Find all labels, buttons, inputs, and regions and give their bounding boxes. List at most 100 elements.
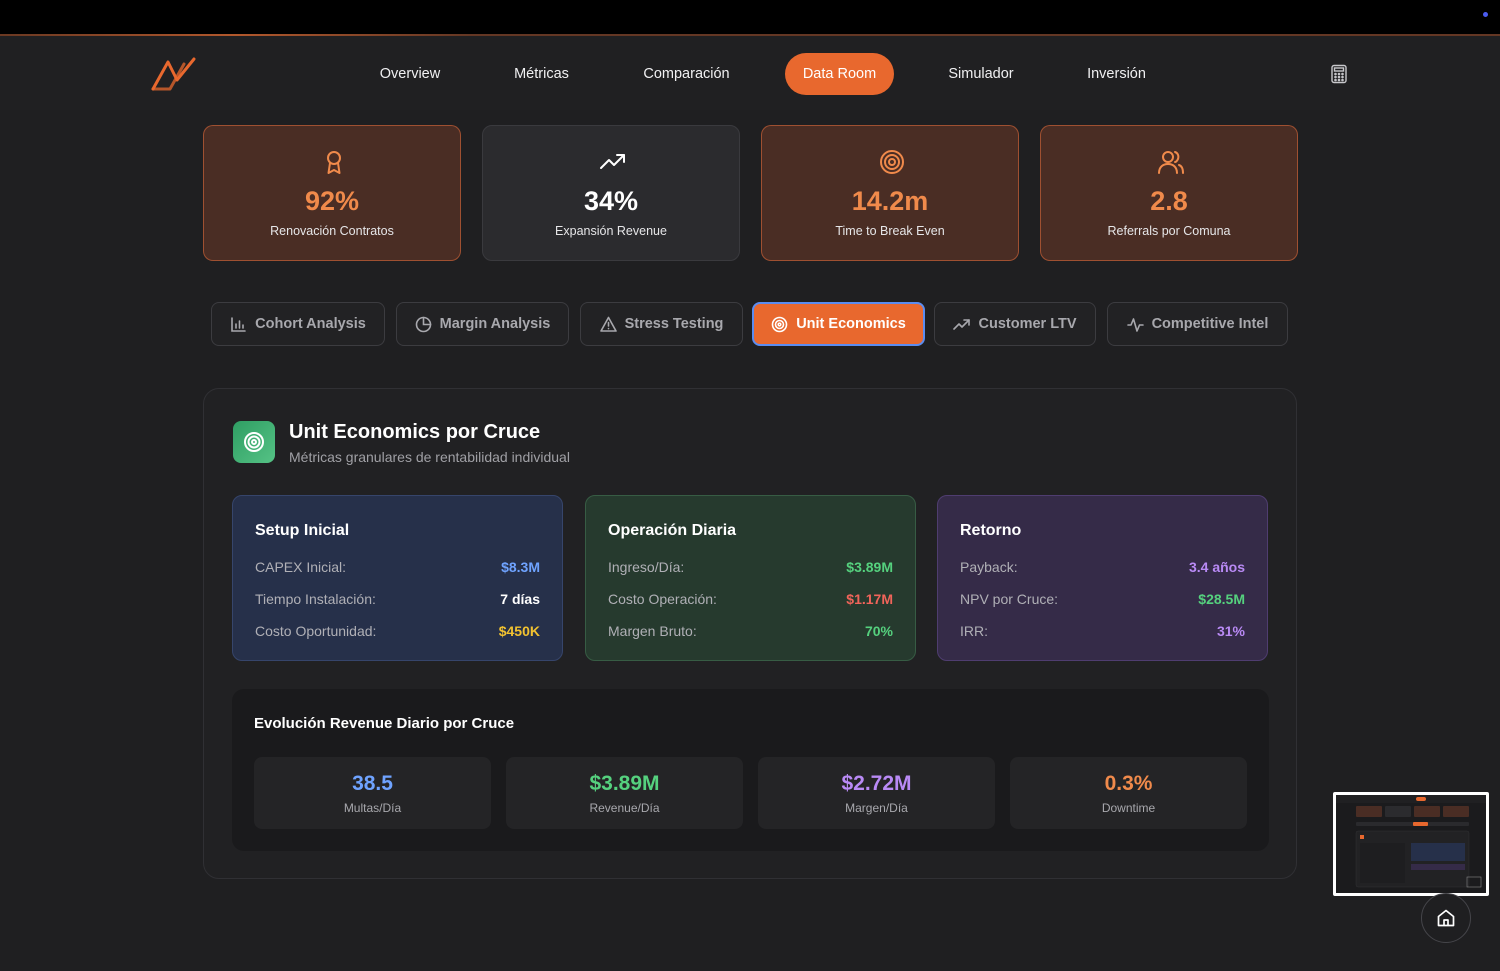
pie-chart-icon [415,316,431,332]
retorno-card: Retorno Payback: 3.4 años NPV por Cruce:… [937,495,1268,661]
metric-value: 70% [864,623,893,639]
metric-key: IRR: [960,623,988,639]
stat-label: Time to Break Even [835,224,945,238]
metric-value: $8.3M [501,559,540,575]
trending-up-icon [953,318,971,330]
stat-value: 34% [583,186,639,216]
evo-value: $2.72M [841,772,912,795]
stat-label: Expansión Revenue [555,224,667,238]
stat-card-break-even: 14.2m Time to Break Even [761,125,1019,261]
award-icon [327,151,341,174]
target-icon [771,316,788,332]
metric-key: NPV por Cruce: [960,591,1059,607]
evo-value: 38.5 [352,772,393,795]
trending-up-icon [600,154,625,169]
metric-row: Margen Bruto: 70% [608,623,893,643]
metric-key: Costo Operación: [608,591,717,607]
stat-value: 92% [304,186,360,216]
stat-value: 14.2m [851,186,929,216]
system-top-bar [0,0,1500,34]
stat-label: Referrals por Comuna [1107,224,1231,238]
tab-label: Cohort Analysis [255,316,366,332]
metric-key: Ingreso/Día: [608,559,685,575]
card-title: Retorno [960,522,1022,539]
stat-card-expansion: 34% Expansión Revenue [482,125,740,261]
evo-label: Downtime [1101,801,1156,815]
warning-icon [599,316,617,332]
nav-item-overview[interactable]: Overview [360,53,460,95]
home-button[interactable] [1421,893,1471,943]
metric-key: Margen Bruto: [608,623,697,639]
metric-value: 7 días [500,591,540,607]
metric-row: Tiempo Instalación: 7 días [255,591,540,611]
nav-item-comparacion[interactable]: Comparación [625,53,748,95]
metric-value: 31% [1216,623,1245,639]
evo-label: Margen/Día [845,801,908,815]
metric-key: Payback: [960,559,1018,575]
tab-label: Competitive Intel [1151,316,1269,332]
tab-cohort-analysis[interactable]: Cohort Analysis [211,302,385,346]
metric-key: Costo Oportunidad: [255,623,377,639]
panel-subtitle: Métricas granulares de rentabilidad indi… [289,449,570,465]
tab-label: Unit Economics [796,316,906,332]
setup-inicial-card: Setup Inicial CAPEX Inicial: $8.3M Tiemp… [232,495,563,661]
users-icon [1158,151,1184,174]
calculator-icon[interactable] [1329,64,1349,84]
tab-label: Customer LTV [978,316,1077,332]
tab-customer-ltv[interactable]: Customer LTV [934,302,1096,346]
unit-economics-panel: Unit Economics por Cruce Métricas granul… [203,388,1297,879]
evo-value: 0.3% [1104,772,1153,795]
nav-item-inversion[interactable]: Inversión [1068,53,1165,95]
logo-icon[interactable] [150,56,198,92]
nav-item-data-room[interactable]: Data Room [785,53,894,95]
metric-row: NPV por Cruce: $28.5M [960,591,1245,611]
metric-value: $28.5M [1198,591,1245,607]
evolucion-revenue-section: Evolución Revenue Diario por Cruce 38.5 … [232,689,1269,851]
target-icon [244,432,264,452]
metric-row: Payback: 3.4 años [960,559,1245,579]
evo-metric-revenue: $3.89M Revenue/Día [506,757,743,829]
nav-item-simulador[interactable]: Simulador [930,53,1032,95]
nav-item-metricas[interactable]: Métricas [495,53,588,95]
home-icon [1437,909,1455,927]
bar-chart-icon [231,316,246,332]
operacion-diaria-card: Operación Diaria Ingreso/Día: $3.89M Cos… [585,495,916,661]
tab-label: Margin Analysis [439,316,551,332]
metric-row: Ingreso/Día: $3.89M [608,559,893,579]
metric-row: Costo Oportunidad: $450K [255,623,540,643]
stat-label: Renovación Contratos [270,224,394,238]
metric-value: $450K [498,623,540,639]
metric-row: CAPEX Inicial: $8.3M [255,559,540,579]
metric-key: CAPEX Inicial: [255,559,347,575]
metric-row: IRR: 31% [960,623,1245,643]
tab-stress-testing[interactable]: Stress Testing [580,302,743,346]
evo-label: Multas/Día [343,801,402,815]
stat-card-renovacion: 92% Renovación Contratos [203,125,461,261]
panel-icon [233,421,275,463]
metric-value: $1.17M [846,591,893,607]
status-dot [1483,12,1488,17]
card-title: Operación Diaria [608,522,737,539]
card-title: Setup Inicial [255,522,350,539]
evo-metric-downtime: 0.3% Downtime [1010,757,1247,829]
tab-competitive-intel[interactable]: Competitive Intel [1107,302,1288,346]
evo-value: $3.89M [589,772,660,795]
metric-row: Costo Operación: $1.17M [608,591,893,611]
top-navigation: Overview Métricas Comparación Data Room … [0,34,1500,110]
evo-metric-multas: 38.5 Multas/Día [254,757,491,829]
panel-title: Unit Economics por Cruce [289,421,541,443]
tab-unit-economics[interactable]: Unit Economics [752,302,925,346]
evo-label: Revenue/Día [589,801,660,815]
evo-metric-margen: $2.72M Margen/Día [758,757,995,829]
minimap-thumbnail[interactable] [1333,792,1489,896]
activity-icon [1126,317,1144,332]
section-title: Evolución Revenue Diario por Cruce [254,715,515,732]
stat-card-referrals: 2.8 Referrals por Comuna [1040,125,1298,261]
tab-margin-analysis[interactable]: Margin Analysis [396,302,569,346]
metric-value: 3.4 años [1188,559,1245,575]
metric-value: $3.89M [846,559,893,575]
stat-value: 2.8 [1150,186,1188,216]
tab-label: Stress Testing [624,316,724,332]
target-icon [880,150,904,174]
metric-key: Tiempo Instalación: [255,591,376,607]
